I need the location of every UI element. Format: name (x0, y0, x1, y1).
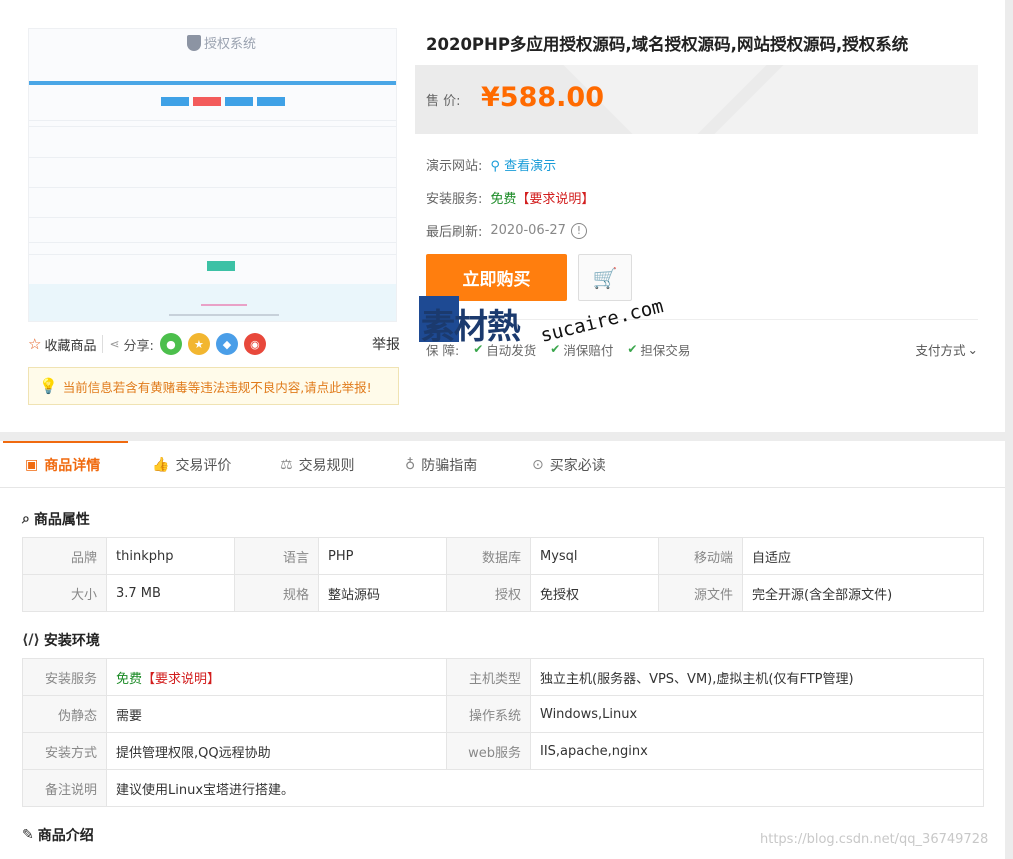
tab-buyer-notes[interactable]: ⊙ 买家必读 (532, 441, 606, 488)
environment-heading: ⟨/⟩ 安装环境 (22, 632, 100, 649)
scale-icon: ⚖ (280, 456, 293, 473)
product-title: 2020PHP多应用授权源码,域名授权源码,网站授权源码,授权系统 (426, 35, 909, 54)
search-icon: ⌕ (22, 511, 30, 527)
report-notice[interactable]: 💡 当前信息若含有黄赌毒等违法违规不良内容,请点此举报! (28, 367, 399, 405)
tab-reviews[interactable]: 👍 交易评价 (152, 441, 231, 488)
cart-icon: 🛒 (592, 265, 618, 290)
search-icon: ⚲ (490, 159, 500, 174)
install-row: 安装服务: 免费 【要求说明】 (426, 188, 594, 207)
product-actions: ☆ 收藏商品 ⋖ 分享: ● ★ ◆ ◉ 举报 (28, 333, 400, 355)
table-row: 备注说明 建议使用Linux宝塔进行搭建。 (22, 769, 984, 807)
attributes-heading: ⌕ 商品属性 (22, 511, 90, 528)
detail-icon: ▣ (25, 456, 39, 473)
attributes-table: 品牌 thinkphp 语言 PHP 数据库 Mysql 移动端 自适应 大小 … (22, 537, 984, 612)
watermark-logo: 素材熱 sucaire.com (419, 295, 666, 347)
report-link[interactable]: 举报 (372, 334, 400, 354)
table-row: 伪静态 需要 操作系统 Windows,Linux (22, 695, 984, 733)
qq-icon[interactable]: ◆ (215, 333, 238, 355)
wechat-icon[interactable]: ● (159, 333, 182, 355)
star-icon: ☆ (28, 335, 42, 353)
csdn-watermark: https://blog.csdn.net/qq_36749728 (760, 832, 989, 847)
tab-anti-fraud[interactable]: ♁ 防骗指南 (405, 441, 477, 488)
bulb-icon: 💡 (39, 377, 58, 395)
table-row: 大小 3.7 MB 规格 整站源码 授权 免授权 源文件 完全开源(含全部源文件… (22, 574, 984, 612)
shield-icon (187, 34, 201, 51)
qzone-icon[interactable]: ★ (187, 333, 210, 355)
thumb-logo: 授权系统 (187, 33, 256, 52)
table-row: 安装服务 免费【要求说明】 主机类型 独立主机(服务器、VPS、VM),虚拟主机… (22, 658, 984, 696)
share-group: ⋖ 分享: (109, 337, 154, 354)
install-note-link[interactable]: 【要求说明】 (516, 188, 594, 207)
price-value: ¥588.00 (481, 82, 604, 113)
edit-icon: ✎ (22, 827, 34, 843)
price-box: 售 价: ¥588.00 (415, 65, 978, 134)
demo-link[interactable]: ⚲ 查看演示 (490, 155, 556, 174)
environment-table: 安装服务 免费【要求说明】 主机类型 独立主机(服务器、VPS、VM),虚拟主机… (22, 658, 984, 807)
tab-detail[interactable]: ▣ 商品详情 (25, 441, 100, 488)
bulb-icon: ♁ (405, 456, 416, 473)
price-label: 售 价: (426, 94, 461, 109)
thumb-up-icon: 👍 (152, 456, 170, 473)
product-summary: 授权系统 ☆ 收藏商品 ⋖ 分享: ● ★ ◆ ◉ 举报 💡 当前信息若含有黄赌毒等… (0, 0, 1005, 432)
buy-now-button[interactable]: 立即购买 (426, 254, 567, 301)
target-icon: ⊙ (532, 456, 544, 473)
product-detail: ▣ 商品详情 👍 交易评价 ⚖ 交易规则 ♁ 防骗指南 ⊙ 买家必读 ⌕ 商品属性 品牌 t… (0, 441, 1005, 859)
product-image[interactable]: 授权系统 (28, 28, 397, 322)
payment-method-dropdown[interactable]: 支付方式 ⌄ (916, 340, 979, 359)
table-row: 安装方式 提供管理权限,QQ远程协助 web服务 IIS,apache,ngin… (22, 732, 984, 770)
favorite-button[interactable]: ☆ 收藏商品 (28, 335, 96, 354)
tab-rules[interactable]: ⚖ 交易规则 (280, 441, 355, 488)
share-icon: ⋖ (109, 337, 120, 351)
chevron-down-icon: ⌄ (967, 341, 978, 357)
intro-heading: ✎ 商品介绍 (22, 827, 94, 844)
table-row: 品牌 thinkphp 语言 PHP 数据库 Mysql 移动端 自适应 (22, 537, 984, 575)
demo-row: 演示网站: ⚲ 查看演示 (426, 155, 556, 174)
info-icon[interactable]: ! (570, 222, 587, 239)
refresh-row: 最后刷新: 2020-06-27 ! (426, 221, 587, 240)
install-note-link[interactable]: 【要求说明】 (142, 672, 220, 687)
detail-tabs: ▣ 商品详情 👍 交易评价 ⚖ 交易规则 ♁ 防骗指南 ⊙ 买家必读 (0, 441, 1005, 488)
weibo-icon[interactable]: ◉ (243, 333, 266, 355)
code-icon: ⟨/⟩ (22, 632, 40, 648)
add-to-cart-button[interactable]: 🛒 (578, 254, 632, 301)
